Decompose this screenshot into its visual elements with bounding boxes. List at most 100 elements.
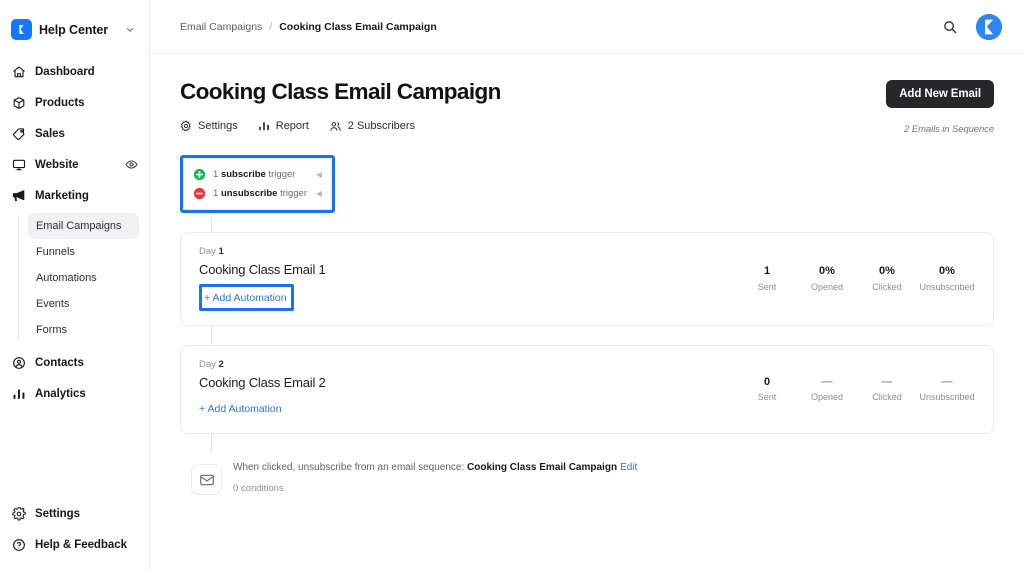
sidebar-item-events[interactable]: Events — [28, 291, 139, 317]
stat-value: 0% — [819, 265, 835, 278]
sidebar-item-marketing[interactable]: Marketing — [0, 180, 149, 211]
sidebar-item-analytics[interactable]: Analytics — [0, 378, 149, 409]
sequence-count-note: 2 Emails in Sequence — [904, 124, 994, 135]
brand-switcher[interactable]: Help Center — [0, 0, 149, 46]
page-title: Cooking Class Email Campaign — [180, 79, 501, 104]
add-automation-highlight: + Add Automation — [199, 284, 294, 311]
trigger-unsubscribe[interactable]: 1 unsubscribe trigger ◀ — [184, 184, 331, 203]
gear-icon — [11, 506, 26, 521]
sidebar-item-products[interactable]: Products — [0, 87, 149, 118]
add-automation-button[interactable]: + Add Automation — [204, 292, 287, 304]
stat-label: Unsubscribed — [919, 392, 975, 403]
app-root: Help Center Dashboard Products Sales Web… — [0, 0, 1024, 570]
tab-label: Report — [275, 120, 309, 133]
question-circle-icon — [11, 537, 26, 552]
sidebar-item-forms[interactable]: Forms — [28, 317, 139, 343]
eye-icon[interactable] — [125, 158, 138, 171]
sidebar-item-email-campaigns[interactable]: Email Campaigns — [28, 213, 139, 239]
chevron-down-icon[interactable] — [125, 25, 135, 35]
stat-label: Clicked — [872, 392, 902, 403]
email-card-1[interactable]: Day 1 Cooking Class Email 1 + Add Automa… — [180, 232, 994, 326]
sidebar-item-label: Products — [35, 96, 85, 109]
sidebar-item-label: Settings — [35, 507, 80, 520]
rule-target: Cooking Class Email Campaign — [467, 462, 618, 473]
tab-settings[interactable]: Settings — [180, 120, 238, 132]
email-day-label: Day 1 — [199, 246, 224, 257]
sidebar-item-sales[interactable]: Sales — [0, 118, 149, 149]
trigger-subscribe[interactable]: 1 subscribe trigger ◀ — [184, 165, 331, 184]
home-icon — [11, 64, 26, 79]
search-icon[interactable] — [941, 18, 959, 36]
email-card-info: Day 1 Cooking Class Email 1 + Add Automa… — [199, 246, 326, 311]
sidebar-subitem-label: Forms — [36, 324, 67, 336]
tab-report[interactable]: Report — [258, 120, 309, 132]
add-automation-button[interactable]: + Add Automation — [199, 403, 282, 415]
chevron-icon[interactable]: ◀ — [316, 189, 322, 198]
email-card-info: Day 2 Cooking Class Email 2 + Add Automa… — [199, 359, 326, 419]
stat-value: 0% — [939, 265, 955, 278]
sidebar-item-label: Dashboard — [35, 65, 95, 78]
envelope-icon — [191, 464, 222, 495]
breadcrumb-parent-link[interactable]: Email Campaigns — [180, 21, 262, 33]
sidebar-item-label: Analytics — [35, 387, 86, 400]
brand-name: Help Center — [39, 22, 109, 37]
stat-value: — — [881, 375, 893, 388]
sidebar-subitem-label: Funnels — [36, 246, 75, 258]
sidebar-item-contacts[interactable]: Contacts — [0, 347, 149, 378]
stat-unsubscribed: 0% Unsubscribed — [917, 265, 977, 291]
page-tabs: Settings Report 2 Subscribers — [180, 120, 501, 133]
analytics-icon — [11, 386, 26, 401]
gear-icon — [180, 120, 192, 132]
megaphone-icon — [11, 188, 26, 203]
main-content: Email Campaigns / Cooking Class Email Ca… — [150, 0, 1024, 570]
topbar: Email Campaigns / Cooking Class Email Ca… — [150, 0, 1024, 54]
sidebar-item-dashboard[interactable]: Dashboard — [0, 56, 149, 87]
automation-rule-text: When clicked, unsubscribe from an email … — [233, 460, 637, 475]
stat-value: 1 — [763, 265, 771, 278]
stat-sent: 1 Sent — [737, 265, 797, 291]
stat-opened: 0% Opened — [797, 265, 857, 291]
plus-circle-green-icon — [193, 168, 206, 181]
trigger-unsubscribe-label: 1 unsubscribe trigger — [213, 188, 308, 199]
page-body: Cooking Class Email Campaign Settings Re… — [150, 54, 1024, 495]
tab-label: Settings — [198, 120, 238, 133]
stat-value: 0% — [879, 265, 895, 278]
stat-clicked: 0% Clicked — [857, 265, 917, 291]
topbar-actions — [941, 13, 1002, 40]
stat-label: Sent — [757, 281, 777, 292]
email-card-2[interactable]: Day 2 Cooking Class Email 2 + Add Automa… — [180, 345, 994, 434]
sidebar-nav: Dashboard Products Sales Website Marketi… — [0, 46, 149, 409]
automation-rule-body: When clicked, unsubscribe from an email … — [233, 455, 637, 494]
trigger-box: 1 subscribe trigger ◀ 1 unsubscribe trig… — [183, 158, 332, 210]
sidebar-subitem-label: Automations — [36, 272, 97, 284]
email-name: Cooking Class Email 1 — [199, 262, 326, 277]
sidebar-subitem-label: Events — [36, 298, 70, 310]
stat-unsubscribed: — Unsubscribed — [917, 376, 977, 402]
user-avatar-icon[interactable] — [976, 13, 1002, 40]
automation-rule[interactable]: When clicked, unsubscribe from an email … — [180, 453, 994, 495]
monitor-icon — [11, 157, 26, 172]
chevron-icon[interactable]: ◀ — [316, 170, 322, 179]
breadcrumb-separator: / — [269, 20, 273, 33]
sidebar-item-settings[interactable]: Settings — [0, 498, 149, 529]
sidebar-item-help-feedback[interactable]: Help & Feedback — [0, 529, 149, 560]
email-day-label: Day 2 — [199, 359, 224, 370]
automation-rule-conditions: 0 conditions — [233, 483, 284, 494]
email-stats: 1 Sent 0% Opened 0% Clicked 0% Unsubscri… — [737, 265, 977, 291]
add-new-email-button[interactable]: Add New Email — [886, 80, 994, 108]
flow-connector — [211, 434, 212, 453]
stat-label: Opened — [810, 392, 844, 403]
sidebar-item-funnels[interactable]: Funnels — [28, 239, 139, 265]
edit-rule-link[interactable]: Edit — [620, 462, 637, 473]
flow-connector — [211, 213, 212, 232]
sidebar-item-automations[interactable]: Automations — [28, 265, 139, 291]
page-header: Cooking Class Email Campaign Settings Re… — [180, 79, 994, 135]
email-stats: 0 Sent — Opened — Clicked — Unsubscribed — [737, 376, 977, 402]
sidebar-subitem-label: Email Campaigns — [36, 220, 122, 232]
sidebar-item-website[interactable]: Website — [0, 149, 149, 180]
stat-value: 0 — [763, 375, 771, 388]
tab-subscribers[interactable]: 2 Subscribers — [329, 120, 415, 133]
email-sequence-flow: 1 subscribe trigger ◀ 1 unsubscribe trig… — [180, 155, 994, 495]
rule-description: When clicked, unsubscribe from an email … — [233, 462, 465, 473]
box-icon — [11, 95, 26, 110]
